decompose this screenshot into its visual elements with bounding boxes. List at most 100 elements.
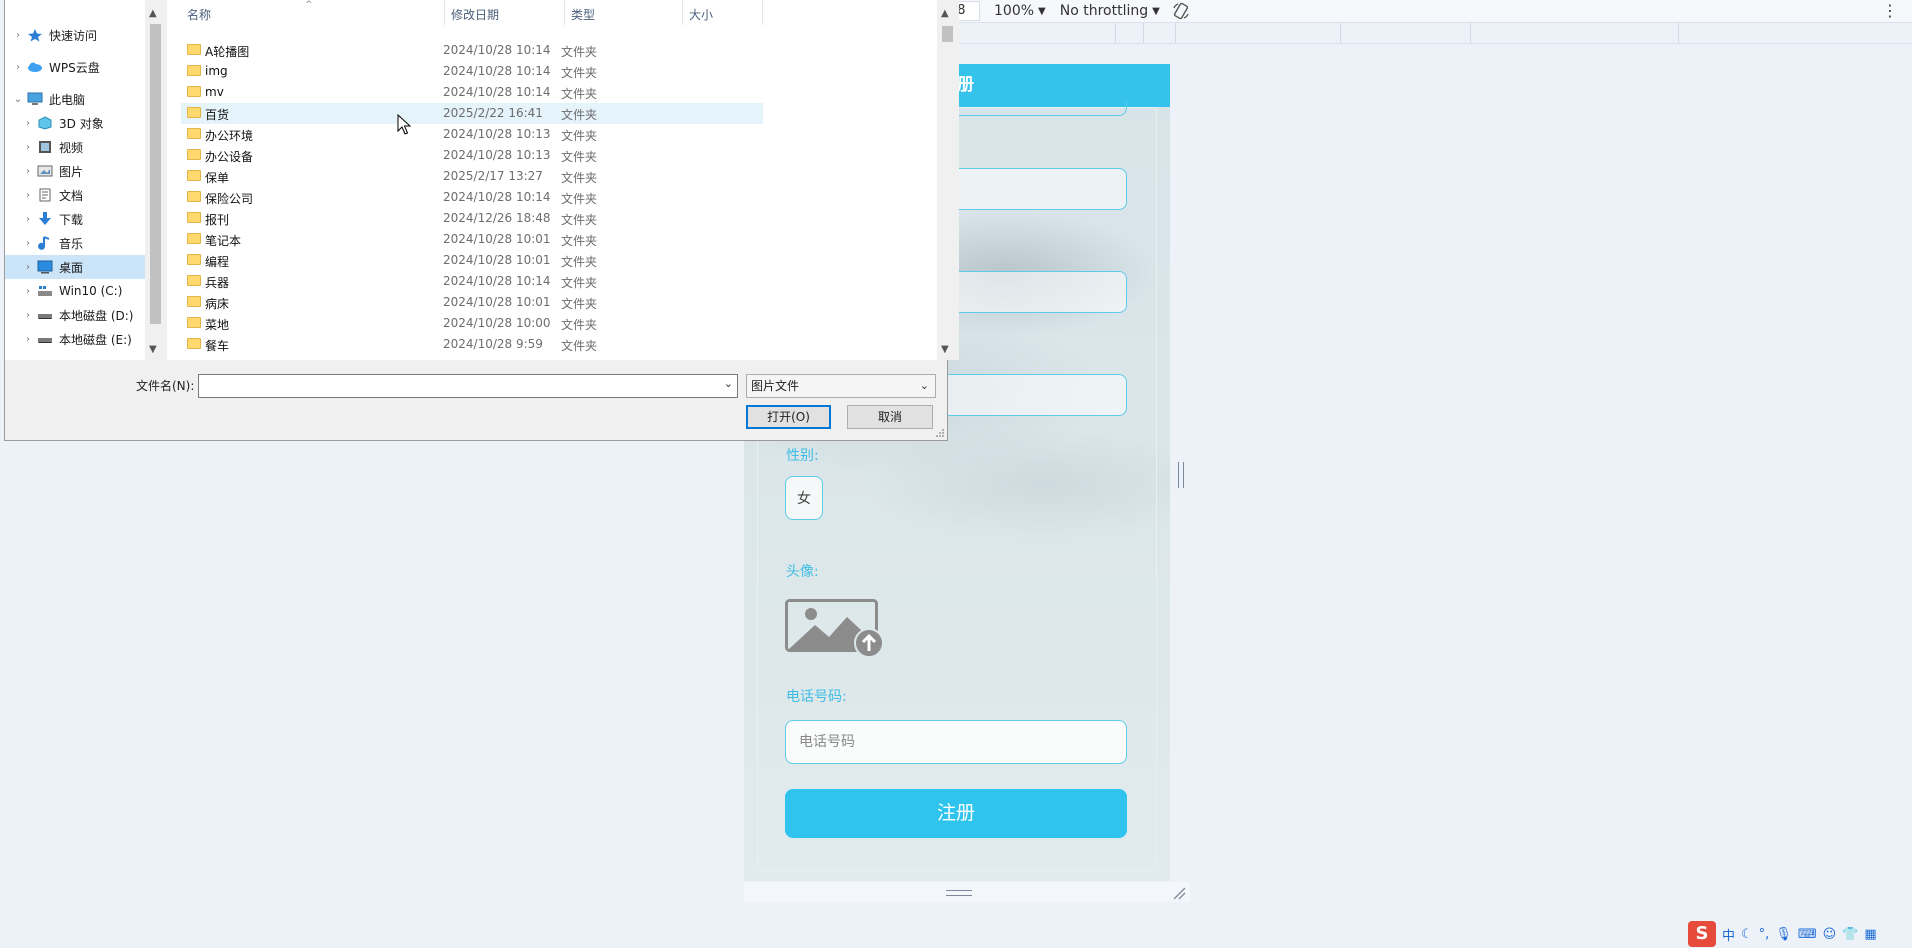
- file-row[interactable]: mv 2024/10/28 10:14 文件夹: [181, 82, 763, 103]
- nav-scrollbar[interactable]: ▲ ▼: [145, 0, 167, 360]
- resize-handle-bottom[interactable]: [946, 890, 972, 896]
- phone-label: 电话号码:: [786, 689, 847, 705]
- file-row[interactable]: 办公设备 2024/10/28 10:13 文件夹: [181, 145, 763, 166]
- file-type: 文件夹: [561, 192, 598, 206]
- chevron-right-icon[interactable]: ›: [23, 166, 33, 177]
- file-date: 2024/12/26 18:48: [443, 211, 551, 225]
- file-row[interactable]: 编程 2024/10/28 10:01 文件夹: [181, 250, 763, 271]
- throttling-value: No throttling: [1059, 3, 1149, 19]
- chevron-down-icon: ⌄: [919, 379, 929, 392]
- file-row[interactable]: 办公环境 2024/10/28 10:13 文件夹: [181, 124, 763, 145]
- file-row[interactable]: 保单 2025/2/17 13:27 文件夹: [181, 166, 763, 187]
- chevron-right-icon[interactable]: ›: [23, 262, 33, 273]
- nav-item-pictures[interactable]: › 图片: [5, 159, 145, 183]
- column-date[interactable]: 修改日期: [445, 0, 565, 25]
- chevron-right-icon[interactable]: ›: [23, 334, 33, 345]
- file-name: mv: [205, 85, 224, 99]
- scrollbar-thumb[interactable]: [150, 24, 161, 324]
- nav-item-label: WPS云盘: [49, 60, 100, 75]
- file-row[interactable]: 百货 2025/2/22 16:41 文件夹: [181, 103, 763, 124]
- microphone-icon[interactable]: 🎙: [1775, 927, 1792, 942]
- nav-item-documents[interactable]: › 文档: [5, 183, 145, 207]
- scroll-down-icon[interactable]: ▼: [941, 344, 949, 355]
- phone-input[interactable]: 电话号码: [785, 720, 1127, 764]
- resize-grip-icon[interactable]: [935, 428, 945, 438]
- folder-icon: [187, 107, 201, 118]
- grid-menu-icon[interactable]: ▦: [1864, 927, 1876, 942]
- zoom-dropdown[interactable]: 100% ▼: [994, 3, 1046, 19]
- resize-handle-right[interactable]: [1178, 462, 1184, 488]
- file-type: 文件夹: [561, 129, 598, 143]
- register-button[interactable]: 注册: [785, 789, 1127, 838]
- skin-icon[interactable]: 👕: [1842, 927, 1858, 942]
- keyboard-icon[interactable]: ⌨: [1798, 927, 1817, 942]
- chevron-right-icon[interactable]: ›: [23, 238, 33, 249]
- file-type: 文件夹: [561, 108, 598, 122]
- scrollbar-thumb[interactable]: [942, 26, 953, 42]
- user-icon[interactable]: ☺: [1823, 927, 1837, 942]
- resize-corner-icon[interactable]: [1172, 886, 1186, 900]
- more-options-icon[interactable]: ⋮: [1882, 1, 1898, 20]
- nav-item-drive-d[interactable]: › 本地磁盘 (D:): [5, 303, 145, 327]
- file-name: 办公设备: [205, 150, 254, 164]
- scroll-up-icon[interactable]: ▲: [941, 8, 949, 19]
- filter-value: 图片文件: [751, 379, 800, 393]
- nav-item-downloads[interactable]: › 下载: [5, 207, 145, 231]
- punctuation-icon[interactable]: °,: [1759, 927, 1770, 942]
- filename-input[interactable]: ⌄: [198, 374, 738, 398]
- chevron-right-icon[interactable]: ›: [23, 142, 33, 153]
- file-type: 文件夹: [561, 255, 598, 269]
- nav-item-label: 下载: [59, 212, 84, 227]
- nav-item-quick-access[interactable]: › 快速访问: [5, 23, 145, 47]
- file-row[interactable]: 兵器 2024/10/28 10:14 文件夹: [181, 271, 763, 292]
- file-row[interactable]: 病床 2024/10/28 10:01 文件夹: [181, 292, 763, 313]
- file-date: 2024/10/28 9:59: [443, 337, 543, 351]
- image-upload-icon[interactable]: [785, 599, 887, 657]
- nav-item-drive-c[interactable]: › Win10 (C:): [5, 279, 145, 303]
- file-list-scrollbar[interactable]: ▲ ▼: [937, 0, 959, 360]
- nav-item-music[interactable]: › 音乐: [5, 231, 145, 255]
- nav-item-desktop[interactable]: › 桌面: [5, 255, 145, 279]
- column-size[interactable]: 大小: [683, 0, 763, 25]
- nav-item-wps-cloud[interactable]: › WPS云盘: [5, 55, 145, 79]
- file-row[interactable]: 菜地 2024/10/28 10:00 文件夹: [181, 313, 763, 334]
- chevron-right-icon[interactable]: ›: [13, 62, 23, 73]
- nav-item-3d-objects[interactable]: › 3D 对象: [5, 111, 145, 135]
- file-type: 文件夹: [561, 87, 598, 101]
- nav-item-label: 快速访问: [49, 28, 98, 43]
- chevron-down-icon[interactable]: ⌄: [13, 94, 23, 105]
- cancel-button[interactable]: 取消: [847, 405, 933, 429]
- scroll-down-icon[interactable]: ▼: [149, 344, 157, 355]
- file-row[interactable]: 报刊 2024/12/26 18:48 文件夹: [181, 208, 763, 229]
- open-button[interactable]: 打开(O): [746, 405, 831, 429]
- moon-icon[interactable]: ☾: [1741, 927, 1753, 942]
- nav-item-drive-e[interactable]: › 本地磁盘 (E:): [5, 327, 145, 351]
- chevron-right-icon[interactable]: ›: [23, 286, 33, 297]
- scroll-up-icon[interactable]: ▲: [149, 8, 157, 19]
- throttling-dropdown[interactable]: No throttling ▼: [1060, 3, 1160, 19]
- file-type-filter[interactable]: 图片文件 ⌄: [746, 374, 936, 398]
- chevron-down-icon[interactable]: ⌄: [724, 377, 733, 390]
- chevron-right-icon[interactable]: ›: [23, 310, 33, 321]
- nav-item-this-pc[interactable]: ⌄ 此电脑: [5, 87, 145, 111]
- chevron-right-icon[interactable]: ›: [23, 118, 33, 129]
- sort-up-icon: ^: [305, 0, 313, 10]
- chevron-right-icon[interactable]: ›: [13, 30, 23, 41]
- chevron-right-icon[interactable]: ›: [23, 214, 33, 225]
- file-row[interactable]: 餐车 2024/10/28 9:59 文件夹: [181, 334, 763, 355]
- file-row[interactable]: img 2024/10/28 10:14 文件夹: [181, 61, 763, 82]
- avatar-label: 头像:: [786, 564, 819, 580]
- gender-selector[interactable]: 女: [785, 476, 823, 520]
- nav-item-videos[interactable]: › 视频: [5, 135, 145, 159]
- sogou-ime-logo[interactable]: S: [1688, 921, 1716, 947]
- file-row[interactable]: A轮播图 2024/10/28 10:14 文件夹: [181, 40, 763, 61]
- file-row[interactable]: 笔记本 2024/10/28 10:01 文件夹: [181, 229, 763, 250]
- file-row[interactable]: 保险公司 2024/10/28 10:14 文件夹: [181, 187, 763, 208]
- rotate-icon[interactable]: [1172, 2, 1190, 20]
- ime-mode-indicator[interactable]: 中: [1722, 925, 1735, 944]
- column-type[interactable]: 类型: [565, 0, 683, 25]
- chevron-right-icon[interactable]: ›: [23, 190, 33, 201]
- caret-down-icon: ▼: [1152, 5, 1160, 17]
- column-name[interactable]: 名称: [181, 0, 445, 25]
- folder-icon: [187, 44, 201, 55]
